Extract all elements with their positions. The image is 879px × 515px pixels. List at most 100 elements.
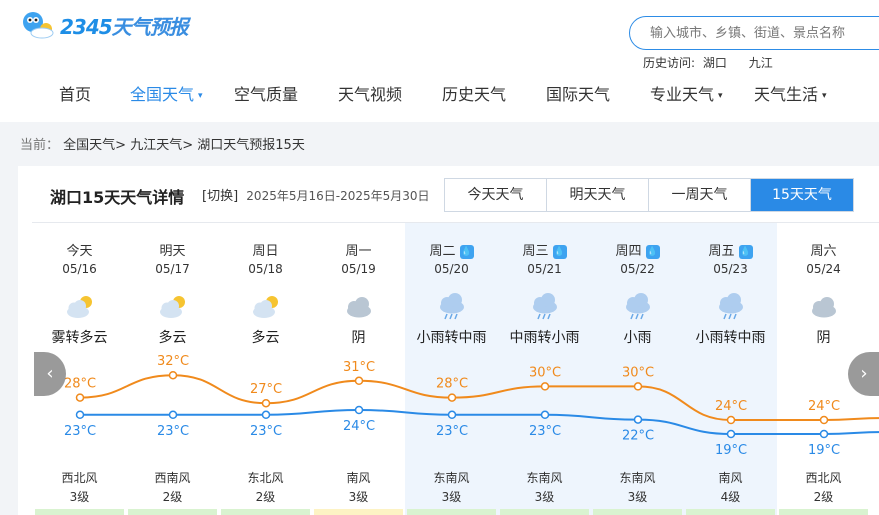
chevron-down-icon: ▾	[198, 91, 203, 101]
high-temp-label: 31°C	[343, 360, 375, 375]
day-date: 05/22	[620, 262, 655, 276]
rain-icon	[533, 293, 557, 320]
day-name-label: 周六	[810, 244, 837, 259]
high-temp-label: 28°C	[436, 377, 468, 392]
day-date: 05/18	[248, 262, 283, 276]
nav-item[interactable]: 历史天气	[442, 80, 506, 110]
nav-item-label: 空气质量	[234, 85, 299, 104]
day-name: 周四 💧	[591, 240, 684, 259]
nav-item-label: 首页	[59, 85, 92, 104]
day-name-label: 周二	[429, 244, 456, 259]
aqi-bar	[221, 509, 310, 515]
day-wind-direction: 东南风	[526, 471, 563, 485]
low-temp-label: 22°C	[622, 429, 654, 444]
high-temp-point	[819, 415, 829, 425]
high-temp-label: 30°C	[622, 365, 654, 380]
raindrop-icon: 💧	[459, 245, 474, 259]
high-temp-label: 24°C	[715, 399, 747, 414]
day-name-label: 周日	[252, 244, 279, 259]
nav-item-label: 专业天气	[650, 85, 715, 104]
nav-item-label: 天气生活	[754, 85, 819, 104]
day-date: 05/19	[341, 262, 376, 276]
rain-icon	[626, 293, 650, 320]
tab-tomorrow[interactable]: 明天天气	[547, 179, 649, 211]
date-range: 2025年5月16日-2025年5月30日	[246, 189, 430, 203]
low-temp-point	[540, 410, 550, 420]
raindrop-icon: 💧	[552, 245, 567, 259]
day-wind-direction: 南风	[346, 471, 371, 485]
partly-cloudy-icon	[253, 296, 278, 318]
high-temp-label: 32°C	[157, 354, 189, 369]
aqi-bar	[314, 509, 403, 515]
day-name: 周日	[219, 240, 312, 259]
low-temp-label: 23°C	[64, 424, 96, 439]
low-temp-point	[447, 410, 457, 420]
header: 2345天气预报 历史访问: 湖口 九江 首页 全国天气▾ 空气质量 天气视频 历史天气…	[0, 0, 879, 122]
day-name: 今天	[33, 240, 126, 259]
low-temp-label: 24°C	[343, 419, 375, 434]
low-temp-point	[819, 429, 829, 439]
day-wind-level: 3级	[348, 490, 369, 504]
nav-item[interactable]: 全国天气 ▾	[130, 80, 203, 110]
aqi-bar	[128, 509, 217, 515]
low-temp-label: 19°C	[715, 443, 747, 458]
forecast-tabs: 今天天气 明天天气 一周天气 15天天气	[444, 178, 854, 212]
nav-item[interactable]: 专业天气 ▾	[650, 80, 723, 110]
search-box[interactable]	[629, 16, 879, 50]
high-temp-point	[354, 376, 364, 386]
day-name: 明天	[126, 240, 219, 259]
site-logo[interactable]: 2345天气预报	[20, 8, 189, 42]
day-name: 周一	[312, 240, 405, 259]
breadcrumb-item[interactable]: 全国天气	[63, 138, 115, 153]
history-city-link[interactable]: 湖口	[703, 56, 727, 70]
day-wind-level: 3级	[534, 490, 555, 504]
search-input[interactable]	[630, 17, 879, 49]
logo-text: 2345天气预报	[60, 11, 189, 40]
high-temp-point	[447, 393, 457, 402]
aqi-bar	[593, 509, 682, 515]
aqi-bar	[35, 509, 124, 515]
nav-item[interactable]: 国际天气	[546, 80, 610, 110]
high-temp-point	[540, 382, 550, 391]
day-wind-level: 2级	[813, 490, 834, 504]
high-temp-label: 30°C	[529, 365, 561, 380]
breadcrumb-separator: >	[182, 138, 194, 153]
city-switch: [切换] 2025年5月16日-2025年5月30日	[202, 185, 430, 204]
logo-digits: 2345	[60, 14, 113, 39]
day-wind-direction: 东南风	[433, 471, 470, 485]
overcast-icon	[347, 297, 371, 318]
nav-item-label: 国际天气	[546, 85, 611, 104]
low-temp-label: 19°C	[808, 443, 840, 458]
breadcrumb-item[interactable]: 九江天气	[130, 138, 182, 153]
day-wind-direction: 西北风	[61, 471, 98, 485]
breadcrumb: 当前： 全国天气> 九江天气> 湖口天气预报15天	[20, 134, 305, 153]
forecast-card: 湖口15天天气详情 [切换] 2025年5月16日-2025年5月30日 今天天…	[18, 166, 879, 515]
history-city-link[interactable]: 九江	[749, 56, 773, 70]
logo-mascot-icon	[23, 12, 54, 39]
low-temp-point	[633, 415, 643, 424]
tab-today[interactable]: 今天天气	[445, 179, 547, 211]
logo-name: 天气预报	[111, 14, 189, 39]
tab-week[interactable]: 一周天气	[649, 179, 751, 211]
day-name-label: 今天	[66, 244, 93, 259]
rain-icon	[440, 293, 464, 320]
nav-item[interactable]: 天气生活 ▾	[754, 80, 827, 110]
switch-city-link[interactable]: [切换]	[202, 189, 238, 204]
nav-item[interactable]: 天气视频	[338, 80, 402, 110]
breadcrumb-current: 湖口天气预报15天	[197, 138, 305, 153]
day-wind-level: 3级	[69, 490, 90, 504]
day-wind-level: 4级	[720, 490, 741, 504]
low-temp-label: 23°C	[436, 424, 468, 439]
nav-item-label: 天气视频	[338, 85, 403, 104]
nav-item[interactable]: 首页	[59, 80, 91, 110]
chevron-down-icon: ▾	[718, 91, 723, 101]
low-temp-point	[261, 410, 271, 420]
partly-cloudy-icon	[67, 296, 92, 318]
high-temp-point	[168, 370, 178, 380]
day-name-label: 周三	[522, 244, 549, 259]
low-temp-point	[726, 429, 736, 439]
nav-item[interactable]: 空气质量	[234, 80, 298, 110]
history-label: 历史访问:	[643, 56, 696, 70]
day-wind-direction: 东南风	[619, 471, 656, 485]
tab-15-days[interactable]: 15天天气	[751, 179, 853, 211]
